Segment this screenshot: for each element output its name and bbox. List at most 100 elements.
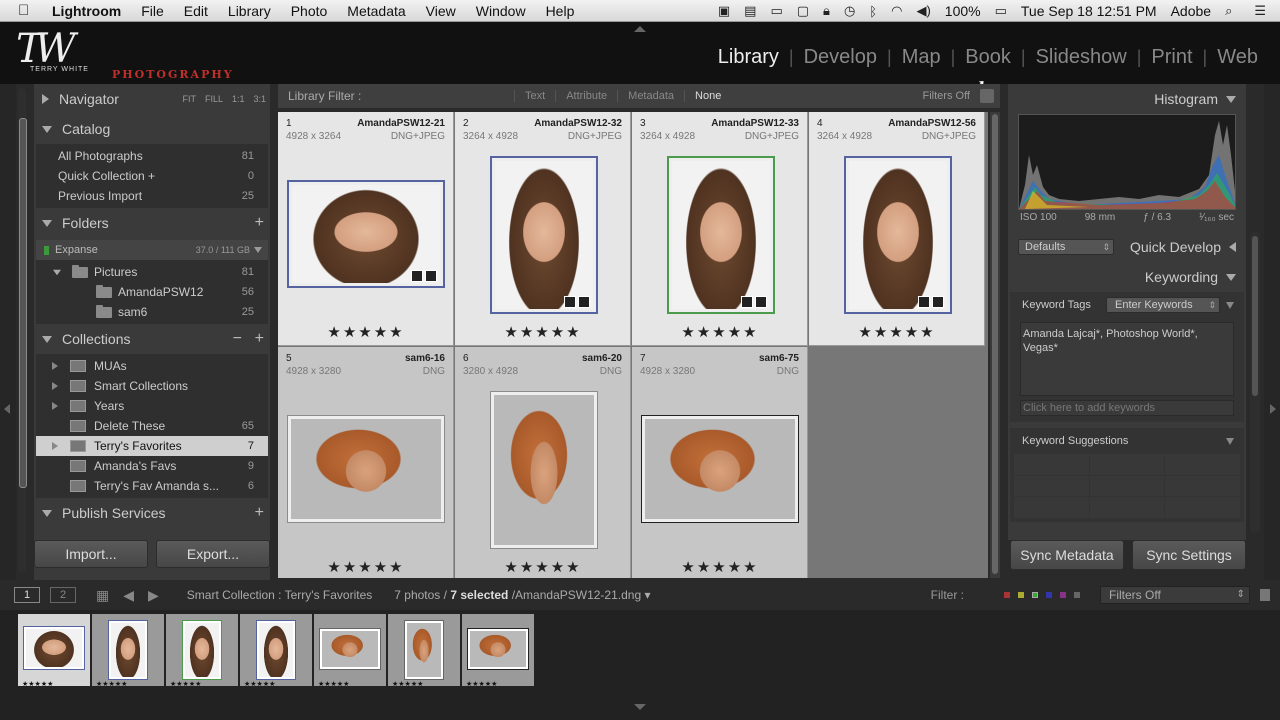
filmstrip-frame[interactable]: ★★★★★ bbox=[166, 614, 238, 688]
collapsed-triangle-icon[interactable] bbox=[52, 442, 58, 450]
wifi-icon[interactable]: ◠ bbox=[891, 3, 902, 19]
spotlight-search-icon[interactable]: ⌕ bbox=[1225, 3, 1232, 19]
module-map[interactable]: Map bbox=[892, 46, 951, 69]
left-panel-scrollbar[interactable] bbox=[18, 88, 27, 572]
module-library[interactable]: Library bbox=[708, 46, 789, 69]
publish-services-header[interactable]: Publish Services + bbox=[34, 498, 270, 528]
photo-thumbnail[interactable] bbox=[490, 156, 598, 314]
grid-cell[interactable]: 1 AmandaPSW12-21 4928 x 3264 DNG+JPEG ★★… bbox=[278, 112, 454, 346]
grid-cell[interactable]: 4 AmandaPSW12-56 3264 x 4928 DNG+JPEG ★★… bbox=[809, 112, 985, 346]
collection-item-amandas-favs[interactable]: Amanda's Favs 9 bbox=[36, 456, 268, 476]
keyword-tags-select[interactable]: Enter Keywords bbox=[1106, 297, 1220, 313]
filmstrip-thumbnail[interactable] bbox=[319, 628, 381, 670]
menu-view[interactable]: View bbox=[426, 3, 456, 19]
display-icon[interactable]: ▢ bbox=[797, 3, 809, 19]
grid-cell[interactable]: 2 AmandaPSW12-32 3264 x 4928 DNG+JPEG ★★… bbox=[455, 112, 631, 346]
module-develop[interactable]: Develop bbox=[794, 46, 887, 69]
zoom-fit[interactable]: FIT bbox=[182, 94, 196, 104]
grid-scrollbar[interactable] bbox=[990, 112, 1000, 578]
star-rating[interactable]: ★★★★★ bbox=[809, 323, 985, 341]
secondary-window-button[interactable]: 2 bbox=[50, 587, 76, 603]
collection-item-muas[interactable]: MUAs bbox=[36, 356, 268, 376]
right-edge[interactable] bbox=[1264, 84, 1280, 580]
user-menu[interactable]: Adobe bbox=[1171, 3, 1211, 19]
add-folder-icon[interactable]: + bbox=[255, 214, 264, 232]
star-rating[interactable]: ★★★★★ bbox=[632, 558, 808, 576]
photo-thumbnail[interactable] bbox=[641, 415, 799, 523]
menu-photo[interactable]: Photo bbox=[291, 3, 328, 19]
filmstrip-thumbnail[interactable] bbox=[256, 620, 296, 680]
keyword-suggestion-slot[interactable] bbox=[1165, 497, 1240, 518]
forward-arrow-icon[interactable]: ▶ bbox=[148, 587, 159, 604]
catalog-header[interactable]: Catalog bbox=[34, 114, 270, 144]
photo-thumbnail[interactable] bbox=[490, 391, 598, 549]
menu-library[interactable]: Library bbox=[228, 3, 271, 19]
menu-metadata[interactable]: Metadata bbox=[347, 3, 405, 19]
keywords-textarea[interactable]: Amanda Lajcaj*, Photoshop World*, Vegas* bbox=[1020, 322, 1234, 396]
filmstrip-thumbnail[interactable] bbox=[467, 628, 529, 670]
collapse-bottom-arrow-icon[interactable] bbox=[634, 704, 646, 710]
add-collection-icon[interactable]: + bbox=[255, 330, 264, 348]
battery-percent[interactable]: 100% bbox=[945, 3, 981, 19]
filmstrip-frame[interactable]: ★★★★★ bbox=[18, 614, 90, 688]
right-panel-scrollbar[interactable] bbox=[1250, 232, 1260, 532]
filmstrip-frame[interactable]: ★★★★★ bbox=[92, 614, 164, 688]
filter-text[interactable]: Text bbox=[514, 90, 555, 102]
collection-item-terrys-fav-amanda[interactable]: Terry's Fav Amanda s... 6 bbox=[36, 476, 268, 496]
collection-item-smart-collections[interactable]: Smart Collections bbox=[36, 376, 268, 396]
volume-expanse[interactable]: Expanse 37.0 / 111 GB bbox=[36, 240, 268, 260]
grid-cell[interactable]: 7 sam6-75 4928 x 3280 DNG ★★★★★ bbox=[632, 347, 808, 578]
notification-list-icon[interactable]: ☰ bbox=[1254, 3, 1266, 19]
keyword-suggestion-slot[interactable] bbox=[1014, 475, 1089, 497]
histogram-graph[interactable] bbox=[1018, 114, 1236, 210]
filter-yellow-swatch[interactable] bbox=[1018, 592, 1024, 598]
collapse-right-arrow-icon[interactable] bbox=[1270, 404, 1276, 414]
photo-thumbnail[interactable] bbox=[287, 180, 445, 288]
bluetooth-icon[interactable]: ᛒ bbox=[869, 4, 877, 19]
remove-collection-icon[interactable]: − bbox=[233, 330, 242, 348]
keyword-suggestion-slot[interactable] bbox=[1014, 497, 1089, 518]
keyword-suggestion-slot[interactable] bbox=[1165, 475, 1240, 497]
module-book[interactable]: Book bbox=[955, 46, 1021, 69]
module-slideshow[interactable]: Slideshow bbox=[1026, 46, 1137, 69]
collapsed-triangle-icon[interactable] bbox=[52, 362, 58, 370]
keyword-suggestions-expand-icon[interactable] bbox=[1226, 437, 1234, 445]
keyword-suggestion-slot[interactable] bbox=[1165, 454, 1240, 475]
add-keywords-input[interactable]: Click here to add keywords bbox=[1020, 400, 1234, 416]
volume-dropdown-icon[interactable] bbox=[254, 247, 262, 253]
collapse-top-arrow-icon[interactable] bbox=[634, 26, 646, 32]
navigator-header[interactable]: Navigator FIT FILL 1:1 3:1 bbox=[34, 84, 270, 114]
volume-icon[interactable]: ◀︎) bbox=[916, 3, 930, 19]
quick-develop-header[interactable]: Defaults Quick Develop bbox=[1008, 232, 1246, 262]
star-rating[interactable]: ★★★★★ bbox=[632, 323, 808, 341]
filter-lock-icon[interactable] bbox=[980, 89, 994, 103]
grid-scroll-thumb[interactable] bbox=[992, 114, 998, 574]
filmstrip-frame[interactable]: ★★★★★ bbox=[462, 614, 534, 688]
expanded-triangle-icon[interactable] bbox=[53, 269, 61, 275]
lock-icon[interactable]: 🔒︎ bbox=[823, 3, 830, 19]
back-arrow-icon[interactable]: ◀ bbox=[123, 587, 134, 604]
add-publish-service-icon[interactable]: + bbox=[255, 504, 264, 522]
filter-green-swatch[interactable] bbox=[1032, 592, 1038, 598]
photo-thumbnail[interactable] bbox=[287, 415, 445, 523]
filter-gray-swatch[interactable] bbox=[1074, 592, 1080, 598]
star-rating[interactable]: ★★★★★ bbox=[278, 558, 454, 576]
left-edge[interactable] bbox=[0, 84, 16, 580]
filmstrip-count[interactable]: 7 photos / 7 selected /AmandaPSW12-21.dn… bbox=[394, 588, 650, 602]
camera-icon[interactable]: ▣ bbox=[718, 3, 730, 19]
folder-item-amandapsw12[interactable]: AmandaPSW12 56 bbox=[36, 282, 268, 302]
filter-switch-icon[interactable] bbox=[1260, 589, 1270, 601]
sync-settings-button[interactable]: Sync Settings bbox=[1132, 540, 1246, 570]
filmstrip-source[interactable]: Smart Collection : Terry's Favorites bbox=[187, 588, 372, 602]
folders-header[interactable]: Folders + bbox=[34, 208, 270, 238]
saved-preset-select[interactable]: Defaults bbox=[1018, 239, 1114, 255]
module-print[interactable]: Print bbox=[1141, 46, 1202, 69]
histogram-header[interactable]: Histogram bbox=[1008, 84, 1246, 114]
filter-blue-swatch[interactable] bbox=[1046, 592, 1052, 598]
filmstrip-frame[interactable]: ★★★★★ bbox=[388, 614, 460, 688]
menu-edit[interactable]: Edit bbox=[184, 3, 208, 19]
photo-thumbnail[interactable] bbox=[844, 156, 952, 314]
screen-icon[interactable]: ▤ bbox=[744, 3, 756, 19]
sync-metadata-button[interactable]: Sync Metadata bbox=[1010, 540, 1124, 570]
zoom-1-1[interactable]: 1:1 bbox=[232, 94, 245, 104]
